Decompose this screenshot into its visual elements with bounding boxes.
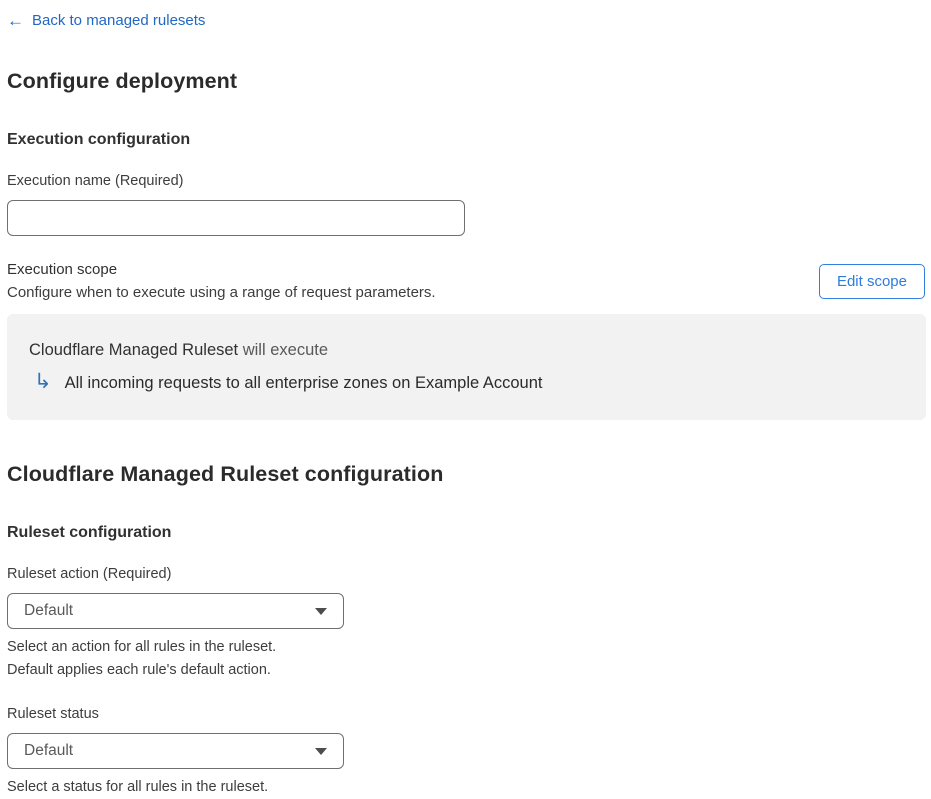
execution-name-input[interactable] <box>7 200 465 236</box>
configure-deployment-page: ← Back to managed rulesets Configure dep… <box>0 0 931 799</box>
ruleset-configuration-title: Cloudflare Managed Ruleset configuration <box>7 462 444 486</box>
ruleset-action-select[interactable]: Default <box>7 593 344 629</box>
ruleset-action-help-line2: Default applies each rule's default acti… <box>7 662 271 678</box>
scope-summary-text: All incoming requests to all enterprise … <box>64 374 543 392</box>
execution-scope-text: Execution scope Configure when to execut… <box>7 261 436 301</box>
ruleset-status-selected-value: Default <box>24 742 74 759</box>
execution-scope-row: Execution scope Configure when to execut… <box>7 261 925 301</box>
ruleset-status-help: Select a status for all rules in the rul… <box>7 779 269 795</box>
scope-summary-suffix: will execute <box>238 341 329 359</box>
back-link-label: Back to managed rulesets <box>32 12 206 29</box>
ruleset-action-help-line1: Select an action for all rules in the ru… <box>7 639 277 655</box>
ruleset-status-group: Ruleset status Default Select a status f… <box>7 706 925 799</box>
ruleset-status-label: Ruleset status <box>7 706 99 722</box>
ruleset-configuration-subheading: Ruleset configuration <box>7 524 172 541</box>
back-to-managed-rulesets-link[interactable]: ← Back to managed rulesets <box>7 12 205 29</box>
ruleset-action-help: Select an action for all rules in the ru… <box>7 636 925 682</box>
scope-summary-box: Cloudflare Managed Ruleset will execute … <box>7 314 926 420</box>
branch-arrow-icon: ↳ <box>34 370 52 393</box>
scope-summary-line1: Cloudflare Managed Ruleset will execute <box>29 341 904 360</box>
execution-configuration-heading: Execution configuration <box>7 131 191 148</box>
chevron-down-icon <box>315 607 327 615</box>
ruleset-action-selected-value: Default <box>24 602 74 619</box>
scope-summary-ruleset-name: Cloudflare Managed Ruleset <box>29 341 239 359</box>
execution-scope-description: Configure when to execute using a range … <box>7 284 436 301</box>
execution-name-label: Execution name (Required) <box>7 173 184 189</box>
chevron-down-icon <box>315 747 327 755</box>
scope-summary-line2: ↳ All incoming requests to all enterpris… <box>29 370 904 394</box>
execution-scope-label: Execution scope <box>7 261 118 278</box>
back-arrow-icon: ← <box>7 11 24 30</box>
ruleset-status-select[interactable]: Default <box>7 733 344 769</box>
page-title: Configure deployment <box>7 69 238 93</box>
ruleset-action-label: Ruleset action (Required) <box>7 566 172 582</box>
edit-scope-button[interactable]: Edit scope <box>818 263 925 299</box>
